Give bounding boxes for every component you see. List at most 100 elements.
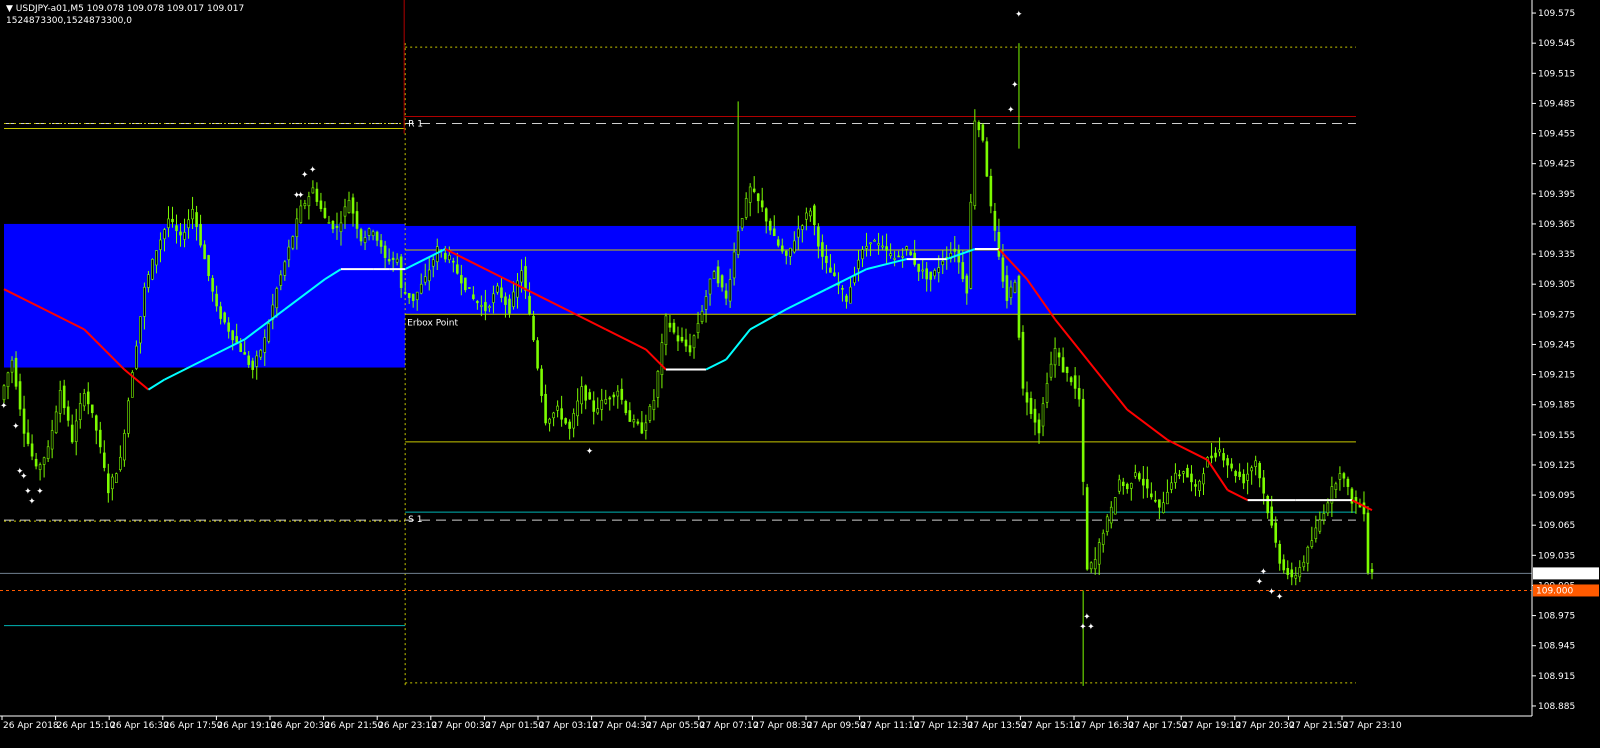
candle-body [632, 419, 636, 423]
candle-body [512, 291, 515, 307]
candle-body [359, 229, 363, 242]
candle-body [700, 310, 704, 322]
candle-body [568, 421, 571, 429]
candle-body [1318, 519, 1322, 532]
candle-body [696, 323, 700, 333]
candle-body [1370, 568, 1374, 573]
time-tick-label: 26 Apr 23:10 [378, 721, 437, 731]
candle-body [375, 231, 379, 241]
candle-body [1005, 275, 1009, 301]
candle-body [756, 193, 760, 202]
candle-body [664, 315, 668, 345]
candle-body [1210, 455, 1213, 459]
fractal-marker: ✦ [36, 487, 44, 497]
price-tick-label: 109.065 [1538, 521, 1575, 531]
candle-body [423, 276, 427, 283]
candle-body [295, 218, 299, 237]
candle-body [143, 286, 146, 317]
candle-body [255, 355, 259, 367]
time-tick-label: 27 Apr 09:50 [807, 721, 866, 731]
fractal-marker: ✦ [1011, 80, 1019, 90]
price-chart[interactable]: R 1S 1Erbox Point✦✦✦✦✦✦✦✦✦✦✦✦✦✦✦✦ ✦✦✦✦✦✦1… [0, 0, 1600, 748]
candle-body [411, 293, 415, 301]
price-tick-label: 109.335 [1538, 250, 1575, 260]
candle-body [1025, 392, 1029, 403]
chart-window[interactable]: R 1S 1 Erbox Point ✦ ✦ ✦ ✦ ✦ ✦ ✦ ✦ ✦ ✦ ✦ ✦ ✦ ✦ ✦ ✦ ✦ ✦ ✦ ✦ ✦ ✦ 1… [0, 0, 1600, 748]
price-tick-label: 109.365 [1538, 220, 1575, 230]
candle-body [399, 256, 403, 288]
candle-body [744, 198, 748, 218]
candle-body [1150, 493, 1153, 498]
candle-body [46, 446, 50, 459]
candle-body [30, 443, 34, 457]
candle-body [1218, 449, 1221, 453]
candle-body [845, 295, 848, 302]
candle-body [307, 196, 311, 207]
candle-body [961, 262, 965, 280]
price-tick-label: 109.485 [1538, 99, 1575, 109]
candle-body [203, 244, 206, 260]
fractal-marker: ✦ [1007, 105, 1015, 115]
candle-body [1282, 559, 1286, 571]
candle-body [1162, 502, 1165, 513]
candle-body [1121, 481, 1125, 486]
candle-body [793, 240, 796, 253]
candle-body [901, 256, 904, 258]
candle-body [86, 391, 90, 405]
candle-body [50, 430, 54, 450]
candle-body [1142, 478, 1145, 486]
candle-body [909, 251, 912, 256]
price-tick-label: 108.975 [1538, 612, 1575, 622]
candle-body [58, 390, 62, 414]
candle-body [480, 305, 483, 307]
price-tick-label: 109.275 [1538, 310, 1575, 320]
candle-body [247, 355, 251, 365]
candle-body [311, 187, 315, 194]
candle-body [1310, 540, 1314, 547]
ma-segment [1126, 408, 1169, 441]
candle-body [668, 322, 672, 328]
candle-body [1198, 480, 1201, 491]
price-tick-label: 109.035 [1538, 551, 1575, 561]
candle-body [415, 291, 419, 301]
candle-body [102, 452, 106, 468]
candle-body [456, 264, 459, 274]
candle-body [448, 254, 451, 261]
candle-body [291, 236, 295, 249]
candle-body [580, 386, 583, 405]
candle-body [231, 330, 234, 341]
candle-body [195, 212, 198, 227]
candle-body [42, 457, 46, 465]
candle-body [1033, 408, 1037, 423]
candle-body [728, 279, 732, 302]
candle-body [1001, 257, 1005, 282]
candle-body [620, 388, 624, 400]
candle-body [163, 229, 166, 240]
candle-body [1250, 467, 1253, 472]
symbol-dropdown-icon[interactable]: ▼ [6, 4, 13, 14]
alert-price-label: 109.000 [1536, 586, 1573, 596]
candle-body [155, 250, 158, 266]
candle-body [171, 218, 174, 223]
candle-body [98, 429, 102, 448]
candle-body [684, 339, 688, 347]
time-tick-label: 27 Apr 07:10 [700, 721, 759, 731]
annotation-label-0: Erbox Point [407, 318, 458, 328]
indicator-info-line: 1524873300,1524873300,0 [6, 16, 132, 26]
candle-body [1286, 567, 1290, 575]
candle-body [1334, 483, 1338, 491]
candle-body [472, 294, 475, 300]
candle-body [636, 421, 640, 424]
candle-body [339, 222, 343, 232]
candle-body [877, 243, 880, 246]
fractal-marker: ✦ [309, 166, 317, 176]
candle-body [1238, 471, 1241, 477]
candle-body [937, 267, 941, 273]
candle-body [1154, 499, 1157, 502]
candle-body [1009, 286, 1013, 298]
candle-body [175, 225, 178, 231]
candle-body [760, 200, 764, 208]
candle-body [1109, 506, 1113, 524]
candle-body [821, 242, 824, 257]
candle-body [199, 224, 202, 246]
